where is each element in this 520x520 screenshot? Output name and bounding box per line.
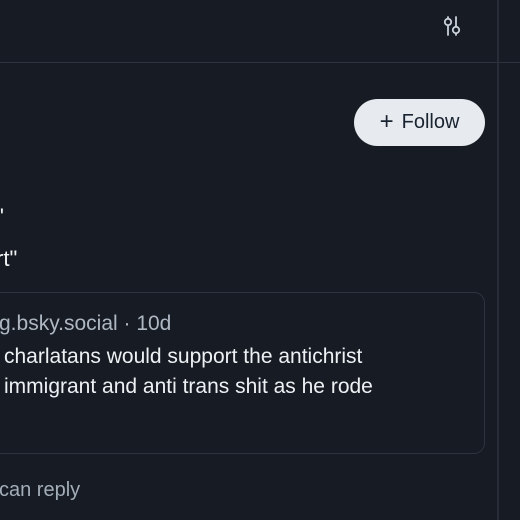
quote-text-line-1: charlatans would support the antichrist xyxy=(4,345,363,368)
reply-permission-note: can reply xyxy=(0,479,81,501)
quote-author-meta: g.bsky.social · 10d xyxy=(0,312,172,335)
filter-button[interactable] xyxy=(438,12,466,40)
top-bar xyxy=(0,0,520,63)
app-window: + Follow " rt" g.bsky.social · 10d charl… xyxy=(0,0,520,520)
quote-text-line-2: immigrant and anti trans shit as he rode xyxy=(4,375,373,398)
sliders-icon xyxy=(443,16,461,36)
post-text-line-1: " xyxy=(0,204,4,230)
plus-icon: + xyxy=(379,107,394,135)
post-text-line-2: rt" xyxy=(0,246,18,271)
column-divider xyxy=(497,0,499,520)
follow-label: Follow xyxy=(401,111,460,133)
follow-button[interactable]: + Follow xyxy=(354,99,485,146)
